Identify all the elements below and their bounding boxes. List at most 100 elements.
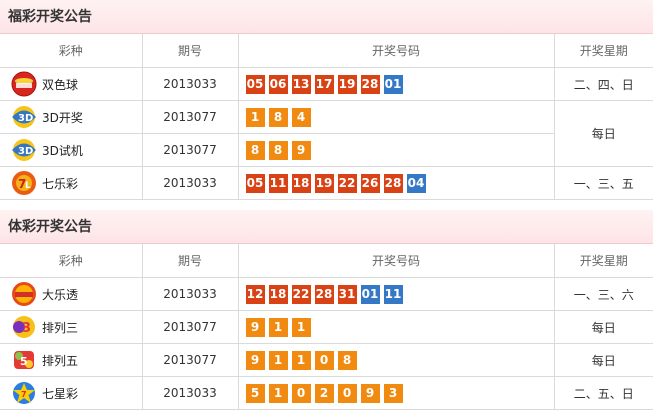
red-ball: 28 (383, 173, 403, 193)
issue-number: 2013077 (141, 310, 239, 344)
number-ball: 9 (245, 317, 265, 337)
3d-logo-icon: 3D (10, 104, 38, 130)
game-cell: 7 七星彩 (0, 376, 143, 410)
col-header-issue: 期号 (141, 244, 239, 278)
issue-number: 2013033 (141, 277, 239, 311)
table-row: 3D 3D开奖 2013077 1 8 4 每日 (0, 100, 653, 167)
red-ball: 19 (337, 74, 357, 94)
game-name: 排列五 (42, 353, 79, 368)
red-ball: 06 (268, 74, 288, 94)
number-ball: 4 (291, 107, 311, 127)
red-ball: 28 (360, 74, 380, 94)
red-ball: 22 (291, 284, 311, 304)
qlc-logo-icon: 7L (10, 170, 38, 196)
red-ball: 26 (360, 173, 380, 193)
table-row: 3 排列三 2013077 9 1 1 每日 (0, 310, 653, 344)
winning-numbers: 911 (237, 310, 555, 344)
number-ball: 8 (268, 140, 288, 160)
red-ball: 18 (291, 173, 311, 193)
game-link[interactable]: 大乐透 (10, 278, 142, 310)
table-header-row: 彩种 期号 开奖号码 开奖星期 (0, 244, 653, 278)
fc-section-title: 福彩开奖公告 (0, 0, 653, 34)
red-ball: 19 (314, 173, 334, 193)
game-cell: 5 排列五 (0, 343, 143, 377)
fc-section: 福彩开奖公告 彩种 期号 开奖号码 开奖星期 双色球 2013033 05 06 13 1… (0, 0, 653, 200)
3d-logo-icon: 3D (10, 137, 38, 163)
red-ball: 13 (291, 74, 311, 94)
game-name: 3D试机 (42, 143, 83, 158)
col-header-numbers: 开奖号码 (237, 244, 555, 278)
col-header-issue: 期号 (141, 34, 239, 68)
red-ball: 17 (314, 74, 334, 94)
game-cell: 3D 3D试机 (0, 133, 143, 167)
issue-number: 2013077 (141, 133, 239, 167)
number-ball: 3 (383, 383, 403, 403)
number-ball: 1 (268, 383, 288, 403)
number-ball: 9 (360, 383, 380, 403)
issue-number: 2013077 (141, 100, 239, 134)
red-ball: 05 (245, 173, 265, 193)
table-header-row: 彩种 期号 开奖号码 开奖星期 (0, 34, 653, 68)
number-ball: 2 (314, 383, 334, 403)
number-ball: 0 (291, 383, 311, 403)
game-cell: 3D 3D开奖 (0, 100, 143, 134)
table-row: 7 七星彩 2013033 5 1 0 2 0 9 3 二、五、日 (0, 376, 653, 410)
game-link[interactable]: 7L 七乐彩 (10, 167, 142, 199)
qxc-logo-icon: 7 (10, 380, 38, 406)
game-link[interactable]: 5 排列五 (10, 344, 142, 376)
col-header-numbers: 开奖号码 (237, 34, 555, 68)
tc-table-body: 大乐透 2013033 12 18 22 28 31 01 11 一、三、六 3 排列三 20130… (0, 277, 653, 410)
pl5-logo-icon: 5 (10, 347, 38, 373)
draw-days: 一、三、六 (553, 277, 653, 311)
red-ball: 12 (245, 284, 265, 304)
number-ball: 1 (268, 350, 288, 370)
number-ball: 8 (337, 350, 357, 370)
red-ball: 31 (337, 284, 357, 304)
game-link[interactable]: 7 七星彩 (10, 377, 142, 409)
number-ball: 1 (291, 317, 311, 337)
blue-ball: 11 (383, 284, 403, 304)
number-ball: 5 (245, 383, 265, 403)
game-name: 双色球 (42, 77, 79, 92)
game-cell: 双色球 (0, 67, 143, 101)
draw-days: 二、五、日 (553, 376, 653, 410)
game-link[interactable]: 3 排列三 (10, 311, 142, 343)
game-link[interactable]: 3D 3D开奖 (10, 101, 142, 133)
tc-section: 体彩开奖公告 彩种 期号 开奖号码 开奖星期 大乐透 2013033 12 18 22 2… (0, 210, 653, 410)
col-header-days: 开奖星期 (553, 34, 653, 68)
winning-numbers: 889 (237, 133, 554, 167)
issue-number: 2013077 (141, 343, 239, 377)
draw-days: 每日 (553, 343, 653, 377)
issue-number: 2013033 (141, 166, 239, 200)
blue-ball: 01 (360, 284, 380, 304)
winning-numbers: 05 06 13 17 19 28 01 (237, 67, 555, 101)
svg-text:L: L (25, 181, 31, 191)
fc-results-table: 彩种 期号 开奖号码 开奖星期 双色球 2013033 05 06 13 17 19 28 01… (0, 34, 653, 200)
blue-ball: 01 (383, 74, 403, 94)
fc-table-body: 双色球 2013033 05 06 13 17 19 28 01 二、四、日 3D 3D开奖 201… (0, 67, 653, 200)
game-name: 大乐透 (42, 287, 79, 302)
tc-section-title: 体彩开奖公告 (0, 210, 653, 244)
dlt-logo-icon (10, 281, 38, 307)
number-ball: 0 (314, 350, 334, 370)
winning-numbers: 12 18 22 28 31 01 11 (237, 277, 555, 311)
issue-number: 2013033 (141, 67, 239, 101)
svg-text:5: 5 (20, 355, 28, 368)
winning-numbers: 184 (237, 100, 555, 134)
game-name: 七星彩 (42, 386, 79, 401)
game-link[interactable]: 3D 3D试机 (10, 134, 142, 166)
table-row: 双色球 2013033 05 06 13 17 19 28 01 二、四、日 (0, 67, 653, 101)
ssq-logo-icon (10, 71, 38, 97)
svg-text:3: 3 (22, 321, 31, 336)
svg-text:3D: 3D (18, 113, 33, 124)
tc-results-table: 彩种 期号 开奖号码 开奖星期 大乐透 2013033 12 18 22 28 31 01 11… (0, 244, 653, 410)
blue-ball: 04 (406, 173, 426, 193)
game-link[interactable]: 双色球 (10, 68, 142, 100)
game-name: 排列三 (42, 320, 79, 335)
red-ball: 28 (314, 284, 334, 304)
game-name: 七乐彩 (42, 176, 79, 191)
number-ball: 8 (245, 140, 265, 160)
table-row: 大乐透 2013033 12 18 22 28 31 01 11 一、三、六 (0, 277, 653, 311)
number-ball: 1 (245, 107, 265, 127)
table-row: 7L 七乐彩 2013033 05 11 18 19 22 26 28 04 一、三、五 (0, 166, 653, 200)
